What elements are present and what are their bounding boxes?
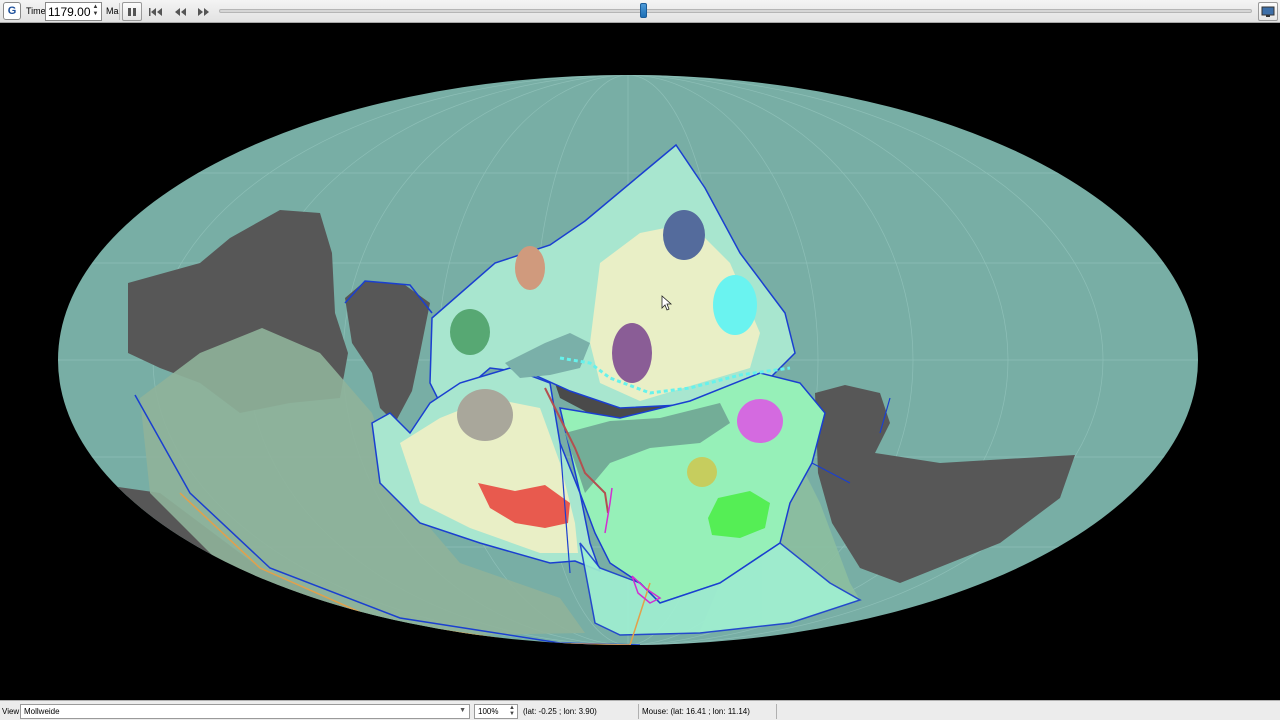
zoom-value: 100%	[478, 707, 499, 716]
blob-green	[450, 309, 490, 355]
chevron-down-icon[interactable]: ▼	[459, 707, 466, 714]
projection-select[interactable]: Mollweide ▼	[20, 704, 470, 719]
gplates-logo-icon[interactable]: G	[3, 2, 21, 20]
fast-forward-icon	[198, 7, 209, 16]
toolbar-separator	[119, 3, 120, 20]
skip-to-start-icon	[149, 7, 162, 16]
status-separator	[776, 704, 777, 719]
zoom-spinbox[interactable]: 100% ▲ ▼	[474, 704, 518, 719]
camera-coordinates: (lat: -0.25 ; lon: 3.90)	[523, 707, 597, 716]
pause-button[interactable]	[122, 2, 142, 21]
globe-canvas[interactable]	[0, 23, 1280, 700]
mollweide-map[interactable]	[0, 23, 1280, 700]
main-toolbar: G Time: 1179.00 ▲ ▼ Ma	[0, 0, 1280, 23]
time-value[interactable]: 1179.00	[48, 5, 91, 19]
step-back-button[interactable]	[170, 2, 190, 21]
blob-cyan	[713, 275, 757, 335]
blob-navy	[663, 210, 705, 260]
time-unit-label: Ma	[106, 6, 119, 16]
blob-tan	[515, 246, 545, 290]
zoom-spin-arrows-icon[interactable]: ▲ ▼	[509, 705, 515, 717]
time-slider[interactable]	[219, 9, 1252, 13]
blob-gray	[457, 389, 513, 441]
pause-icon	[128, 7, 136, 16]
time-spin-arrows-icon[interactable]: ▲ ▼	[92, 4, 99, 19]
status-bar: View: Mollweide ▼ 100% ▲ ▼ (lat: -0.25 ; …	[0, 700, 1280, 720]
rewind-icon	[175, 7, 186, 16]
projection-value: Mollweide	[24, 707, 60, 716]
status-separator	[638, 704, 639, 719]
view-label: View:	[2, 707, 22, 716]
mouse-coordinates: Mouse: (lat: 16.41 ; lon: 11.14)	[642, 707, 750, 716]
blob-magenta	[737, 399, 783, 443]
reset-to-start-button[interactable]	[146, 2, 166, 21]
blob-purple	[612, 323, 652, 383]
time-slider-handle[interactable]	[639, 3, 647, 18]
full-screen-button[interactable]	[1258, 2, 1278, 21]
time-spinbox[interactable]: 1179.00 ▲ ▼	[45, 2, 102, 21]
blob-olive	[687, 457, 717, 487]
step-forward-button[interactable]	[194, 2, 214, 21]
monitor-icon	[1261, 6, 1275, 17]
